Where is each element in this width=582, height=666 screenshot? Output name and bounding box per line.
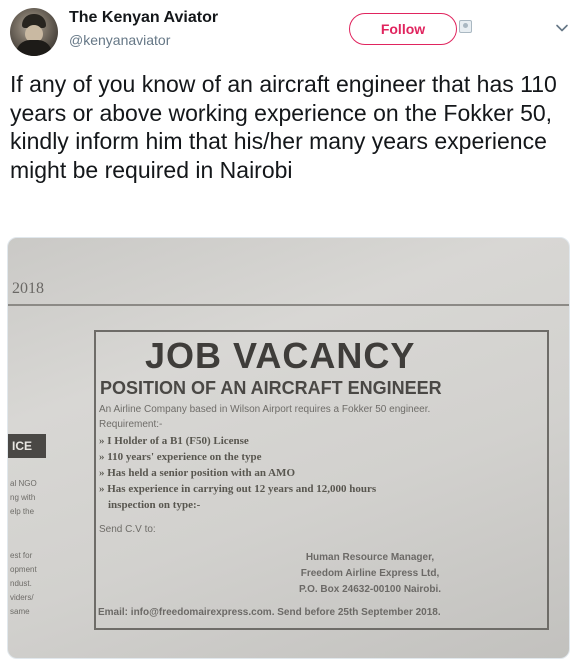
side-text-fragment: opment [10, 565, 37, 574]
user-handle[interactable]: @kenyanaviator [69, 32, 170, 48]
side-text-fragment: est for [10, 551, 33, 560]
tweet-photo[interactable]: 2018 ICE al NGO ng with elp the est for … [7, 237, 570, 659]
ad-requirement: inspection on type:- [108, 499, 201, 511]
side-text-fragment: ng with [10, 493, 36, 502]
side-text-fragment: viders/ [10, 593, 34, 602]
job-ad: JOB VACANCY POSITION OF AN AIRCRAFT ENGI… [94, 330, 549, 630]
ad-contact: Human Resource Manager, Freedom Airline … [200, 550, 540, 602]
chevron-down-icon[interactable] [555, 21, 569, 35]
tweet-text: If any of you know of an aircraft engine… [10, 71, 557, 183]
ad-intro: An Airline Company based in Wilson Airpo… [99, 404, 431, 415]
ad-title: JOB VACANCY [145, 335, 416, 376]
avatar-body [16, 40, 52, 56]
user-dropdown-icon[interactable] [459, 20, 472, 33]
contact-line: Freedom Airline Express Ltd, [300, 568, 440, 579]
newspaper-year: 2018 [12, 280, 44, 297]
side-text-fragment: ndust. [10, 579, 32, 588]
side-text-fragment: same [10, 607, 30, 616]
tweet-header: The Kenyan Aviator @kenyanaviator Follow [0, 0, 582, 66]
side-section-label: ICE [8, 434, 46, 458]
contact-line: P.O. Box 24632-00100 Nairobi. [298, 584, 442, 595]
follow-button[interactable]: Follow [349, 13, 457, 45]
ad-requirement: » 110 years' experience on the type [99, 451, 262, 463]
ad-requirement: » I Holder of a B1 (F50) License [99, 435, 249, 447]
ad-requirement: » Has held a senior position with an AMO [99, 467, 295, 479]
contact-line: Human Resource Manager, [305, 552, 435, 563]
ad-requirement: » Has experience in carrying out 12 year… [99, 483, 377, 495]
ad-requirements-label: Requirement:- [99, 419, 163, 430]
ad-email-line: Email: info@freedomairexpress.com. Send … [98, 607, 441, 618]
display-name[interactable]: The Kenyan Aviator [69, 9, 218, 27]
newspaper-rule [8, 304, 569, 306]
side-text-fragment: al NGO [10, 479, 37, 488]
ad-subtitle: POSITION OF AN AIRCRAFT ENGINEER [100, 378, 442, 398]
avatar[interactable] [10, 8, 58, 56]
side-text-fragment: elp the [10, 507, 35, 516]
ad-send-label: Send C.V to: [99, 524, 156, 535]
